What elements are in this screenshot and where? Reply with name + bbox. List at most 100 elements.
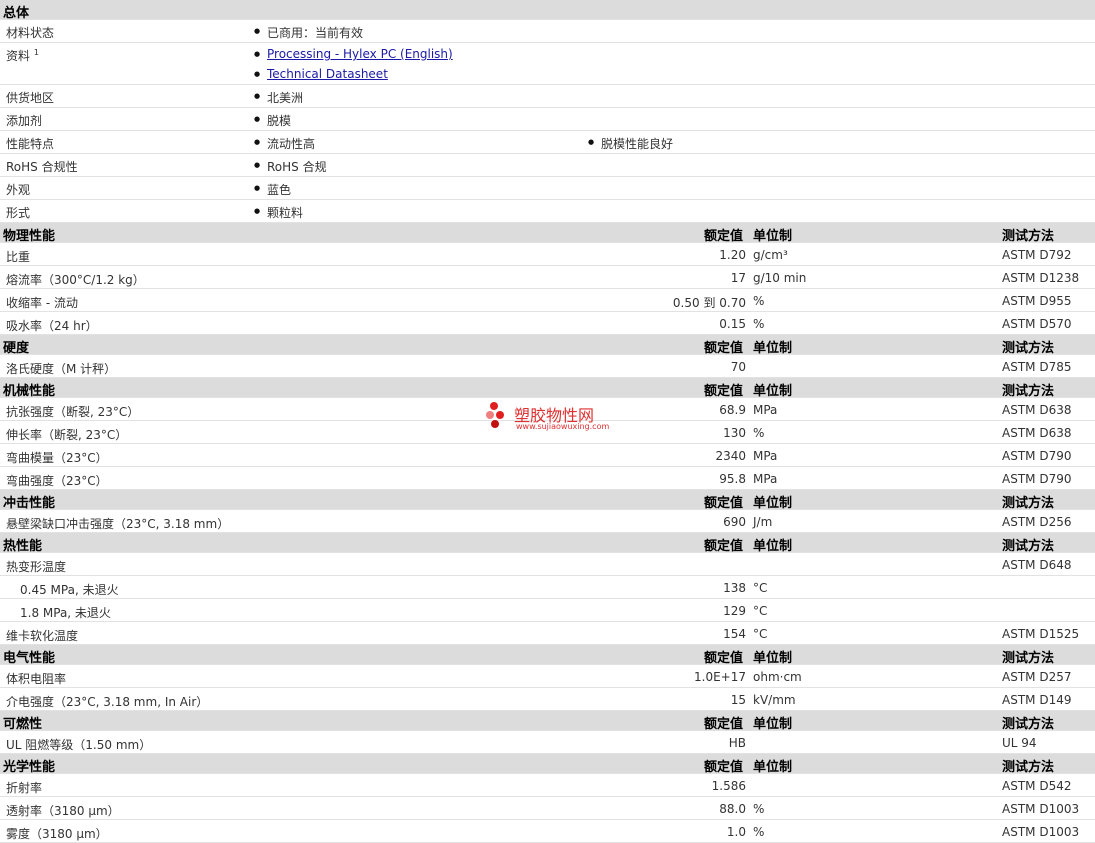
test-method: ASTM D790 xyxy=(1002,449,1072,463)
property-name: 伸长率（断裂, 23°C） xyxy=(6,428,128,442)
watermark-url: www.sujiaowuxing.com xyxy=(516,422,610,431)
property-name: 热变形温度 xyxy=(6,560,67,574)
section-title: 硬度 xyxy=(3,341,30,356)
section-title: 可燃性 xyxy=(3,717,43,732)
test-method: ASTM D790 xyxy=(1002,472,1072,486)
value: 颗粒料 xyxy=(254,204,303,221)
value: 蓝色 xyxy=(254,181,291,198)
property-unit: % xyxy=(753,294,765,308)
section-title: 光学性能 xyxy=(3,760,56,775)
property-unit: % xyxy=(753,825,765,839)
column-method-header: 测试方法 xyxy=(1002,760,1055,775)
section-header-general: 总体 xyxy=(0,0,1095,21)
property-value: 88.0 xyxy=(719,802,746,816)
value: 脱模 xyxy=(254,112,291,129)
property-value: 15 xyxy=(730,693,746,707)
property-value: 1.20 xyxy=(719,248,746,262)
column-value-header: 额定值 xyxy=(704,229,744,244)
property-name: 体积电阻率 xyxy=(6,672,67,686)
property-name: 抗张强度（断裂, 23°C） xyxy=(6,405,140,419)
test-method: ASTM D256 xyxy=(1002,515,1072,529)
row-rohs: RoHS 合规性 RoHS 合规 xyxy=(0,154,1095,177)
column-unit-header: 单位制 xyxy=(753,539,793,554)
property-value: 17 xyxy=(730,271,746,285)
property-name: 洛氏硬度（M 计秤） xyxy=(6,362,117,376)
column-value-header: 额定值 xyxy=(704,496,744,511)
label: 添加剂 xyxy=(6,114,43,128)
property-name: 吸水率（24 hr） xyxy=(6,319,98,333)
property-row: 0.45 MPa, 未退火 138 °C xyxy=(0,576,1095,599)
property-value: 690 xyxy=(723,515,746,529)
property-value: 95.8 xyxy=(719,472,746,486)
column-unit-header: 单位制 xyxy=(753,229,793,244)
property-unit: ohm·cm xyxy=(753,670,802,684)
property-row: 维卡软化温度 154 °C ASTM D1525 xyxy=(0,622,1095,645)
row-form: 形式 颗粒料 xyxy=(0,200,1095,223)
property-name: 折射率 xyxy=(6,781,43,795)
property-value: 1.0 xyxy=(726,825,746,839)
column-unit-header: 单位制 xyxy=(753,341,793,356)
label: 外观 xyxy=(6,183,31,197)
property-value: 70 xyxy=(730,360,746,374)
doc-link-datasheet[interactable]: Technical Datasheet xyxy=(254,67,388,81)
property-name: 比重 xyxy=(6,250,31,264)
property-name: 0.45 MPa, 未退火 xyxy=(20,583,119,597)
property-name: 悬壁梁缺口冲击强度（23°C, 3.18 mm） xyxy=(6,517,230,531)
watermark-logo-dot xyxy=(491,420,499,428)
property-name: 1.8 MPa, 未退火 xyxy=(20,606,111,620)
watermark-logo-dot xyxy=(496,411,504,419)
property-row: 体积电阻率 1.0E+17 ohm·cm ASTM D257 xyxy=(0,665,1095,688)
property-name: 收缩率 - 流动 xyxy=(6,296,78,310)
property-row: UL 阻燃等级（1.50 mm） HB UL 94 xyxy=(0,731,1095,754)
section-header: 硬度 额定值 单位制 测试方法 xyxy=(0,335,1095,356)
property-row: 折射率 1.586 ASTM D542 xyxy=(0,774,1095,797)
property-row: 雾度（3180 µm） 1.0% ASTM D1003 xyxy=(0,820,1095,843)
property-name: 透射率（3180 µm） xyxy=(6,804,120,818)
property-unit: % xyxy=(753,317,765,331)
property-value: 0.50 到 0.70 xyxy=(672,296,746,310)
property-row: 热变形温度 ASTM D648 xyxy=(0,553,1095,576)
property-row: 弯曲模量（23°C） 2340 MPa ASTM D790 xyxy=(0,444,1095,467)
property-unit: MPa xyxy=(753,403,778,417)
value: 北美洲 xyxy=(254,89,303,106)
test-method: ASTM D648 xyxy=(1002,558,1072,572)
label: 材料状态 xyxy=(6,26,55,40)
doc-link-processing[interactable]: Processing - Hylex PC (English) xyxy=(254,47,453,61)
property-sections: 物理性能 额定值 单位制 测试方法 比重 1.20 g/cm³ ASTM D792 熔流率（30… xyxy=(0,223,1095,843)
column-method-header: 测试方法 xyxy=(1002,717,1055,732)
property-value: 1.0E+17 xyxy=(694,670,746,684)
property-row: 悬壁梁缺口冲击强度（23°C, 3.18 mm） 690 J/m ASTM D256 xyxy=(0,510,1095,533)
property-value: 130 xyxy=(723,426,746,440)
section-header: 可燃性 额定值 单位制 测试方法 xyxy=(0,711,1095,732)
test-method: ASTM D1003 xyxy=(1002,825,1080,839)
column-value-header: 额定值 xyxy=(704,341,744,356)
test-method: ASTM D1525 xyxy=(1002,627,1080,641)
section-title: 机械性能 xyxy=(3,384,56,399)
property-unit: MPa xyxy=(753,472,778,486)
column-method-header: 测试方法 xyxy=(1002,384,1055,399)
test-method: ASTM D570 xyxy=(1002,317,1072,331)
label: 资料 1 xyxy=(6,48,39,63)
test-method: ASTM D638 xyxy=(1002,403,1072,417)
column-unit-header: 单位制 xyxy=(753,496,793,511)
column-unit-header: 单位制 xyxy=(753,651,793,666)
row-region: 供货地区 北美洲 xyxy=(0,85,1095,108)
property-value: 0.15 xyxy=(719,317,746,331)
test-method: ASTM D1003 xyxy=(1002,802,1080,816)
column-method-header: 测试方法 xyxy=(1002,229,1055,244)
property-name: 雾度（3180 µm） xyxy=(6,827,108,841)
column-unit-header: 单位制 xyxy=(753,717,793,732)
test-method: ASTM D638 xyxy=(1002,426,1072,440)
label: RoHS 合规性 xyxy=(6,160,78,174)
value: 流动性高 xyxy=(254,135,315,152)
section-title: 物理性能 xyxy=(3,229,56,244)
property-unit: °C xyxy=(753,581,768,595)
test-method: ASTM D792 xyxy=(1002,248,1072,262)
section-title: 电气性能 xyxy=(3,651,56,666)
section-header: 物理性能 额定值 单位制 测试方法 xyxy=(0,223,1095,244)
property-name: UL 阻燃等级（1.50 mm） xyxy=(6,738,152,752)
property-name: 介电强度（23°C, 3.18 mm, In Air） xyxy=(6,695,209,709)
section-title: 冲击性能 xyxy=(3,496,56,511)
column-method-header: 测试方法 xyxy=(1002,539,1055,554)
column-method-header: 测试方法 xyxy=(1002,496,1055,511)
